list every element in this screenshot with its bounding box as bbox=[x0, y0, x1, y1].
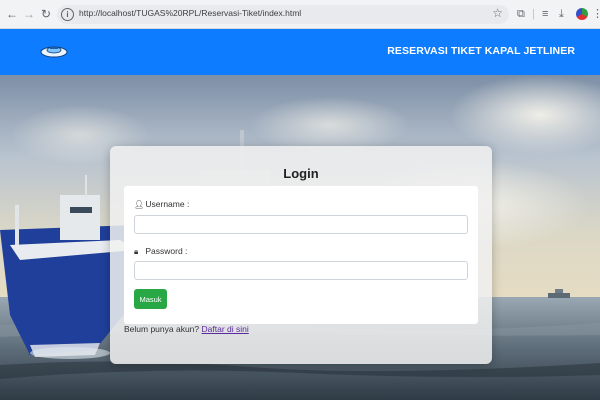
login-card: Login 👤︎ Username : 🔒︎ Password : Masuk … bbox=[110, 146, 492, 364]
password-label: 🔒︎ Password : bbox=[134, 246, 187, 257]
download-icon[interactable]: ⤓ bbox=[559, 7, 564, 21]
extensions-icon[interactable]: ⧉ bbox=[517, 7, 525, 21]
username-input[interactable] bbox=[134, 215, 468, 234]
login-form: 👤︎ Username : 🔒︎ Password : Masuk bbox=[124, 186, 478, 324]
browser-toolbar: ← → ↻ i http://localhost/TUGAS%20RPL/Res… bbox=[0, 0, 600, 29]
reload-icon[interactable]: ↻ bbox=[38, 6, 54, 22]
back-arrow-icon[interactable]: ← bbox=[4, 6, 20, 22]
url-text[interactable]: http://localhost/TUGAS%20RPL/Reservasi-T… bbox=[79, 8, 301, 18]
user-icon: 👤︎ bbox=[134, 200, 145, 209]
register-link[interactable]: Daftar di sini bbox=[202, 324, 249, 334]
username-label: 👤︎ Username : bbox=[134, 199, 189, 209]
menu-kebab-icon[interactable]: ⋮ bbox=[592, 7, 600, 21]
login-title: Login bbox=[283, 166, 319, 181]
register-prompt: Belum punya akun? Daftar di sini bbox=[124, 324, 249, 334]
bookmark-star-icon[interactable]: ☆ bbox=[492, 6, 503, 20]
reading-list-icon[interactable]: ≡ bbox=[542, 7, 548, 21]
profile-avatar[interactable] bbox=[576, 8, 588, 20]
login-submit-button[interactable]: Masuk bbox=[134, 289, 167, 309]
forward-arrow-icon[interactable]: → bbox=[21, 6, 37, 22]
password-label-text: Password : bbox=[145, 246, 188, 256]
password-input[interactable] bbox=[134, 261, 468, 280]
site-navbar: RESERVASI TIKET KAPAL JETLINER bbox=[0, 29, 600, 75]
username-label-text: Username : bbox=[145, 199, 190, 209]
lock-icon: 🔒︎ bbox=[134, 247, 139, 256]
ship-logo-icon[interactable] bbox=[39, 41, 69, 59]
site-title: RESERVASI TIKET KAPAL JETLINER bbox=[387, 45, 575, 57]
address-bar[interactable]: i http://localhost/TUGAS%20RPL/Reservasi… bbox=[57, 5, 509, 24]
site-info-icon[interactable]: i bbox=[61, 8, 74, 21]
register-prompt-text: Belum punya akun? bbox=[124, 324, 200, 334]
toolbar-divider: | bbox=[532, 8, 535, 20]
